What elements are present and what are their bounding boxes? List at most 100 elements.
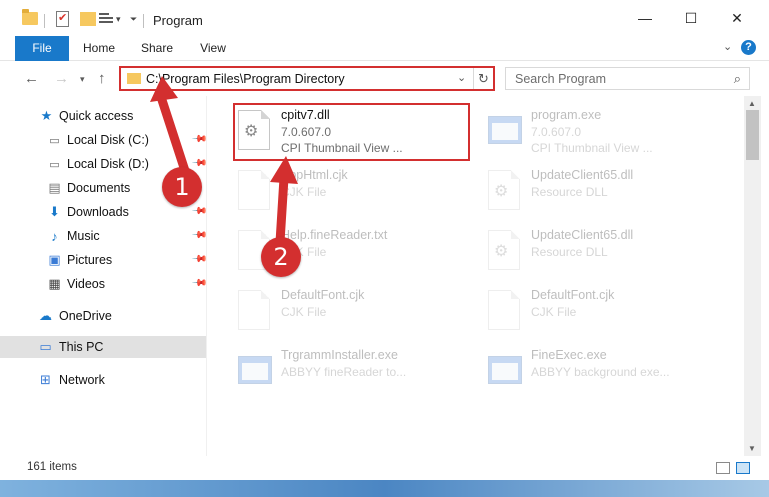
new-folder-icon[interactable] <box>80 12 96 26</box>
sidebar-item-pictures[interactable]: ▣ Pictures 📌 <box>0 249 207 271</box>
chevron-down-icon[interactable]: ▾ <box>116 14 121 25</box>
file-type: CJK File <box>531 305 577 319</box>
sidebar-item-this-pc[interactable]: ▭ This PC <box>0 336 207 358</box>
file-name: program.exe <box>531 108 602 122</box>
item-count: 161 items <box>27 461 77 473</box>
file-item[interactable]: ⚙ UpdateClient65.dll Resource DLL <box>488 168 738 226</box>
file-item[interactable]: DefaultFont.cjk CJK File <box>238 288 488 346</box>
back-arrow-icon[interactable]: ← <box>24 70 39 87</box>
file-description: CPI Thumbnail View ... <box>531 141 653 155</box>
ribbon-tabs: File Home Share View ⌄ ? <box>0 36 769 61</box>
sidebar-item-label: Documents <box>67 181 131 195</box>
sidebar-item-label: Network <box>59 373 105 387</box>
gear-file-icon: ⚙ <box>488 228 522 272</box>
file-name: UpdateClient65.dll <box>531 168 634 182</box>
cloud-icon: ☁ <box>39 308 52 323</box>
sidebar-item-label: Local Disk (D:) <box>67 157 149 171</box>
blank-file-icon <box>488 288 522 332</box>
sidebar-item-onedrive[interactable]: ☁ OneDrive <box>0 305 207 327</box>
status-bar: 161 items <box>0 456 769 480</box>
expand-ribbon-icon[interactable]: ⌄ <box>723 40 732 53</box>
file-name: UpdateClient65.dll <box>531 228 634 242</box>
file-type: Resource DLL <box>531 245 608 259</box>
file-item[interactable]: DefaultFont.cjk CJK File <box>488 288 738 346</box>
sidebar-item-label: Videos <box>67 277 105 291</box>
tab-share[interactable]: Share <box>134 36 180 61</box>
computer-icon: ▭ <box>39 339 52 354</box>
refresh-icon[interactable]: ↻ <box>473 68 493 89</box>
properties-icon[interactable] <box>56 11 69 27</box>
tab-home[interactable]: Home <box>76 36 122 61</box>
tab-file[interactable]: File <box>15 36 69 61</box>
network-icon: ⊞ <box>40 372 51 387</box>
sidebar-item-label: Downloads <box>67 205 129 219</box>
tab-view[interactable]: View <box>190 36 236 61</box>
exe-icon <box>488 108 522 152</box>
tiles-view-icon[interactable] <box>736 462 750 474</box>
file-version: 7.0.607.0 <box>531 125 582 139</box>
scroll-up-icon[interactable]: ▲ <box>748 99 756 108</box>
window-title: Program <box>153 13 203 28</box>
details-view-icon[interactable] <box>716 462 730 474</box>
sidebar-item-label: OneDrive <box>59 309 112 323</box>
annotation-arrow-2 <box>270 156 298 247</box>
view-options-icon[interactable] <box>99 13 113 25</box>
star-icon: ★ <box>40 108 53 123</box>
gear-file-icon: ⚙ <box>488 168 522 212</box>
download-icon: ⬇ <box>49 204 60 219</box>
step-2-badge: 2 <box>261 237 301 277</box>
blank-file-icon <box>238 288 272 332</box>
sidebar-item-label: Pictures <box>67 253 113 267</box>
close-button[interactable]: ✕ <box>714 0 760 36</box>
sidebar-item-label: Quick access <box>59 109 134 123</box>
forward-arrow-icon[interactable]: → <box>54 70 69 87</box>
customize-toolbar-icon[interactable]: ⏷ <box>130 14 137 25</box>
sidebar-item-music[interactable]: ♪ Music 📌 <box>0 225 207 247</box>
navigation-bar: ← → ▾ ↑ C:\Program Files\Program Directo… <box>0 61 769 96</box>
divider <box>44 14 45 28</box>
title-bar: ▾ ⏷ Program — ☐ ✕ <box>0 0 769 36</box>
step-1-badge: 1 <box>162 167 202 207</box>
divider <box>143 14 144 28</box>
pictures-icon: ▣ <box>48 252 61 267</box>
sidebar-item-label: This PC <box>59 340 104 354</box>
file-name: DefaultFont.cjk <box>531 288 615 302</box>
folder-icon <box>127 73 141 84</box>
file-item[interactable]: ⚙ UpdateClient65.dll Resource DLL <box>488 228 738 286</box>
documents-icon: ▤ <box>48 180 61 195</box>
search-box[interactable]: Search Program ⌕ <box>505 67 750 90</box>
file-description: ABBYY background exe... <box>531 365 670 379</box>
search-icon: ⌕ <box>733 71 741 86</box>
scrollbar-thumb[interactable] <box>746 110 759 160</box>
music-icon: ♪ <box>51 228 58 244</box>
file-name: FineExec.exe <box>531 348 607 362</box>
file-item-program-exe[interactable]: program.exe 7.0.607.0 CPI Thumbnail View… <box>488 108 738 166</box>
maximize-button[interactable]: ☐ <box>668 0 714 36</box>
videos-icon: ▦ <box>48 276 61 291</box>
scroll-down-icon[interactable]: ▼ <box>748 444 756 453</box>
sidebar-item-label: Local Disk (C:) <box>67 133 149 147</box>
recent-locations-icon[interactable]: ▾ <box>80 74 85 85</box>
search-input[interactable]: Search Program <box>515 72 606 86</box>
file-item[interactable]: FineExec.exe ABBYY background exe... <box>488 348 738 406</box>
exe-icon <box>488 348 522 392</box>
drive-icon: ▭ <box>49 134 60 147</box>
file-name: TrgrammInstaller.exe <box>281 348 398 362</box>
file-type: CJK File <box>281 305 327 319</box>
up-arrow-icon[interactable]: ↑ <box>98 70 106 87</box>
folder-icon <box>22 9 38 25</box>
drive-icon: ▭ <box>49 158 60 171</box>
sidebar-item-network[interactable]: ⊞ Network <box>0 369 207 391</box>
file-description: ABBYY fineReader to... <box>281 365 407 379</box>
minimize-button[interactable]: — <box>622 0 668 36</box>
sidebar-item-videos[interactable]: ▦ Videos 📌 <box>0 273 207 295</box>
chevron-down-icon[interactable]: ⌄ <box>457 71 466 84</box>
sidebar-item-label: Music <box>67 229 100 243</box>
vertical-scrollbar[interactable]: ▲ ▼ <box>744 96 761 456</box>
file-name: DefaultFont.cjk <box>281 288 365 302</box>
file-type: Resource DLL <box>531 185 608 199</box>
help-icon[interactable]: ? <box>741 40 756 55</box>
desktop-background <box>0 480 769 497</box>
file-item[interactable]: TrgrammInstaller.exe ABBYY fineReader to… <box>238 348 488 406</box>
exe-icon <box>238 348 272 392</box>
